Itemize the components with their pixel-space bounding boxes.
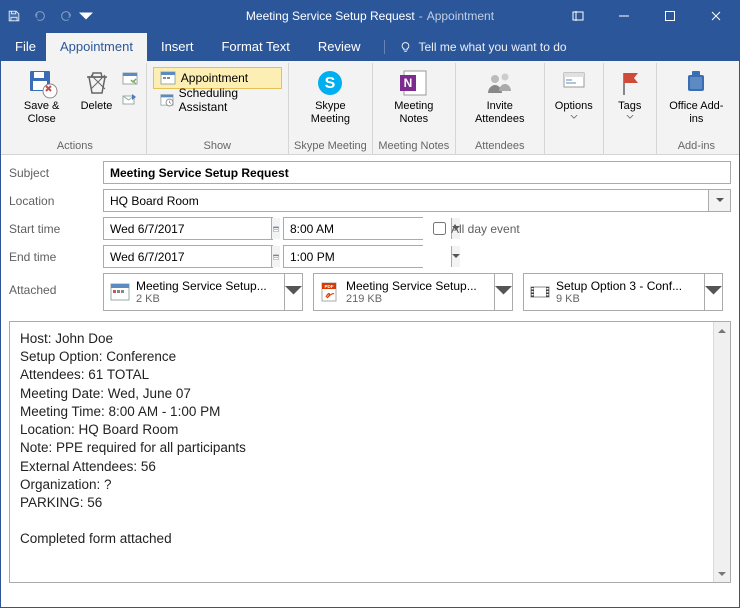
appointment-icon [160,70,176,86]
end-time-input[interactable] [284,246,451,267]
location-label: Location [9,194,95,208]
onenote-icon: N [398,67,430,99]
group-show: Appointment Scheduling Assistant Show [147,63,289,154]
start-date-input[interactable] [104,218,271,239]
window-controls [555,1,739,31]
calendar-icon[interactable] [118,67,142,89]
attachment-item[interactable]: PDF Meeting Service Setup...219 KB [313,273,513,311]
message-body-area: Host: John Doe Setup Option: Conference … [9,321,731,583]
tab-file[interactable]: File [5,33,46,61]
undo-icon[interactable] [27,1,53,31]
scroll-track[interactable] [714,339,730,565]
scheduling-icon [160,92,174,108]
save-close-icon [26,67,58,99]
group-meeting-notes: N Meeting Notes Meeting Notes [373,63,456,154]
attendees-icon [484,67,516,99]
delete-button[interactable]: Delete [77,65,116,135]
calendar-file-icon [104,281,136,303]
titlebar: Meeting Service Setup Request - Appointm… [1,1,739,31]
tab-appointment[interactable]: Appointment [46,33,147,61]
end-date-picker[interactable] [103,245,273,268]
location-input[interactable] [103,189,731,212]
redo-icon[interactable] [53,1,79,31]
start-date-picker[interactable] [103,217,273,240]
title-text: Meeting Service Setup Request [246,9,415,23]
svg-text:S: S [325,75,336,92]
save-close-button[interactable]: Save & Close [8,65,75,135]
scheduling-assistant-button[interactable]: Scheduling Assistant [153,89,282,111]
subject-label: Subject [9,166,95,180]
bulb-icon [399,41,412,54]
tags-button[interactable]: Tags [608,65,652,135]
group-tags: Tags [604,63,657,154]
tab-review[interactable]: Review [304,33,375,61]
scrollbar[interactable] [713,322,730,582]
tab-format-text[interactable]: Format Text [207,33,303,61]
addins-icon [680,67,712,99]
attachment-dropdown-icon[interactable] [494,274,512,310]
location-row [103,189,731,212]
time-dropdown-icon[interactable] [451,246,460,267]
invite-attendees-button[interactable]: Invite Attendees [460,65,540,135]
skype-meeting-button[interactable]: S Skype Meeting [293,65,368,135]
calendar-picker-icon[interactable] [271,218,280,239]
group-options: Options [545,63,604,154]
start-time-picker[interactable] [283,217,423,240]
attachment-dropdown-icon[interactable] [704,274,722,310]
subject-input[interactable] [103,161,731,184]
end-date-input[interactable] [104,246,271,267]
attachment-item[interactable]: Meeting Service Setup...2 KB [103,273,303,311]
chevron-down-icon [570,115,578,119]
video-file-icon [524,281,556,303]
message-body[interactable]: Host: John Doe Setup Option: Conference … [10,322,713,582]
attachment-item[interactable]: Setup Option 3 - Conf...9 KB [523,273,723,311]
attached-label: Attached [9,273,95,297]
tab-insert[interactable]: Insert [147,33,208,61]
ribbon-tabs: File Appointment Insert Format Text Revi… [1,31,739,61]
delete-icon [81,67,113,99]
start-time-label: Start time [9,222,95,236]
maximize-icon[interactable] [647,1,693,31]
attachment-dropdown-icon[interactable] [284,274,302,310]
appointment-form: Subject Location Start time All day even… [1,155,739,317]
options-icon [558,67,590,99]
minimize-icon[interactable] [601,1,647,31]
scroll-up-icon[interactable] [714,322,730,339]
title-suffix: Appointment [427,9,494,23]
scroll-down-icon[interactable] [714,565,730,582]
tell-me-search[interactable]: Tell me what you want to do [374,34,576,61]
ribbon: Save & Close Delete Actions Appointment [1,61,739,155]
forward-icon[interactable] [118,89,142,111]
office-addins-button[interactable]: Office Add-ins [661,65,732,135]
attachments-row: Meeting Service Setup...2 KB PDF Meeting… [103,273,731,311]
end-time-picker[interactable] [283,245,423,268]
group-actions: Save & Close Delete Actions [4,63,147,154]
skype-icon: S [314,67,346,99]
close-icon[interactable] [693,1,739,31]
flag-icon [614,67,646,99]
group-attendees: Invite Attendees Attendees [456,63,545,154]
pdf-file-icon: PDF [314,281,346,303]
calendar-picker-icon[interactable] [271,246,280,267]
meeting-notes-button[interactable]: N Meeting Notes [377,65,451,135]
svg-text:PDF: PDF [325,284,334,289]
options-button[interactable]: Options [549,65,599,135]
group-addins: Office Add-ins Add-ins [657,63,736,154]
qat-customize-icon[interactable] [79,9,93,23]
svg-text:N: N [403,76,412,90]
save-icon[interactable] [1,1,27,31]
window-title: Meeting Service Setup Request - Appointm… [246,9,494,23]
quick-access-toolbar [1,1,93,31]
ribbon-display-icon[interactable] [555,1,601,31]
location-dropdown-button[interactable] [708,190,730,211]
chevron-down-icon [626,115,634,119]
end-time-label: End time [9,250,95,264]
all-day-checkbox[interactable] [433,222,446,235]
group-skype: S Skype Meeting Skype Meeting [289,63,373,154]
start-time-input[interactable] [284,218,451,239]
all-day-checkbox-row[interactable]: All day event [433,222,520,236]
